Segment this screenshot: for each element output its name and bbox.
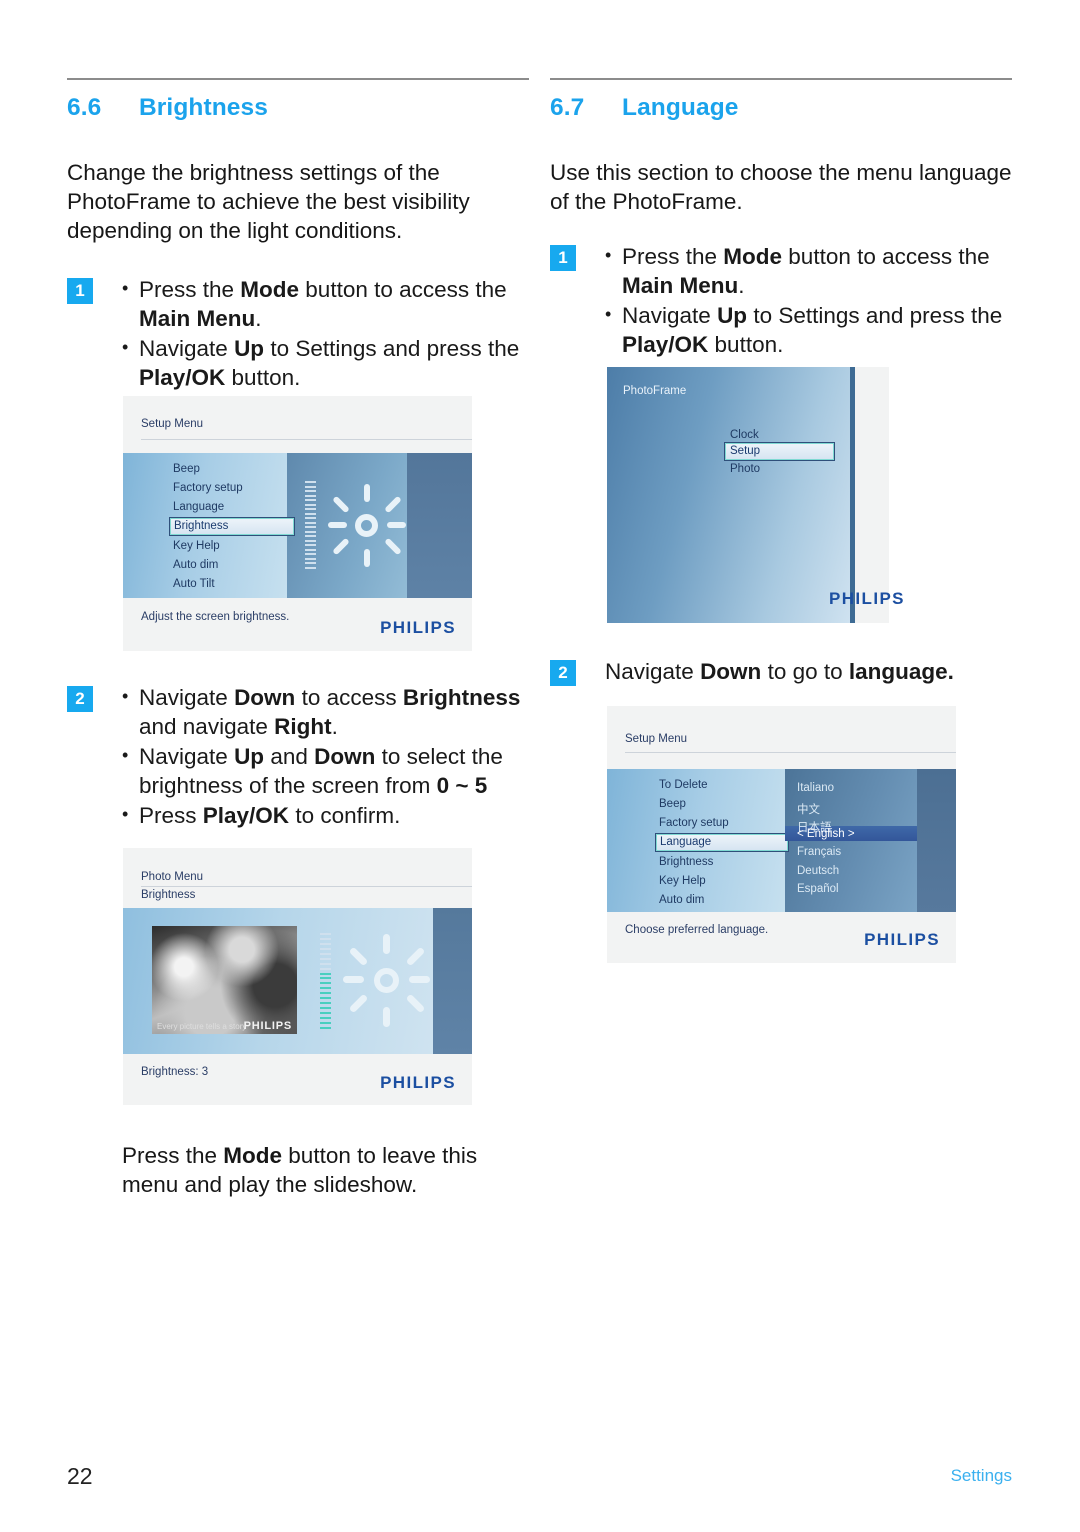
menu-item-clock[interactable]: Clock bbox=[730, 429, 759, 441]
screenshot-caption: Choose preferred language. bbox=[625, 924, 769, 936]
left-column-closing: Press the Mode button to leave this menu… bbox=[67, 1141, 529, 1199]
bullet: Navigate Up and Down to select the brigh… bbox=[122, 741, 529, 800]
menu-item-setup-selected[interactable]: Setup bbox=[724, 442, 835, 461]
divider bbox=[141, 439, 472, 440]
photo-thumbnail: Every picture tells a story PHILIPS bbox=[152, 926, 297, 1034]
photo-slogan: Every picture tells a story bbox=[157, 1022, 247, 1031]
bullet: Press the Mode button to access the Main… bbox=[122, 274, 529, 333]
screenshot-title: Setup Menu bbox=[625, 733, 688, 745]
screenshot-setup-menu-brightness: Setup Menu Beep Factory setup Language B… bbox=[123, 396, 472, 651]
step-badge: 1 bbox=[550, 245, 576, 271]
philips-logo: PHILIPS bbox=[380, 618, 456, 637]
photo-philips-logo: PHILIPS bbox=[243, 1020, 292, 1032]
language-step-1: 1 Press the Mode button to access the Ma… bbox=[550, 241, 1012, 359]
philips-logo: PHILIPS bbox=[829, 589, 905, 608]
language-option-chinese[interactable]: 中文 bbox=[797, 801, 820, 817]
language-option-espanol[interactable]: Español bbox=[797, 883, 839, 895]
closing-paragraph: Press the Mode button to leave this menu… bbox=[122, 1143, 478, 1197]
brightness-ladder[interactable] bbox=[305, 481, 316, 569]
bullet: Navigate Up to Settings and press the Pl… bbox=[605, 300, 1012, 359]
screenshot-subtitle: Brightness bbox=[141, 889, 196, 901]
language-option-italiano[interactable]: Italiano bbox=[797, 782, 834, 794]
menu-item-photo[interactable]: Photo bbox=[730, 463, 760, 475]
brightness-sun-icon bbox=[338, 930, 434, 1030]
philips-logo: PHILIPS bbox=[380, 1073, 456, 1092]
screenshot-title: PhotoFrame bbox=[623, 385, 687, 397]
manual-page: 6.6 Brightness Change the brightness set… bbox=[0, 0, 1080, 1532]
bullet: Press the Mode button to access the Main… bbox=[605, 241, 1012, 300]
divider bbox=[625, 752, 956, 753]
menu-item-auto-tilt[interactable]: Auto Tilt bbox=[173, 578, 215, 590]
screenshot-caption: Brightness: 3 bbox=[141, 1066, 209, 1078]
screenshot-setup-menu-language: Setup Menu To Delete Beep Factory setup … bbox=[607, 706, 956, 963]
left-column: 6.6 Brightness Change the brightness set… bbox=[67, 78, 529, 392]
photo-panel: Every picture tells a story PHILIPS bbox=[123, 908, 472, 1054]
bullet: Press Play/OK to confirm. bbox=[122, 800, 529, 830]
language-step-2: 2 Navigate Down to go to language. bbox=[550, 657, 1012, 686]
right-column: 6.7 Language Use this section to choose … bbox=[550, 78, 1012, 359]
brightness-step-2: 2 Navigate Down to access Brightness and… bbox=[67, 682, 529, 830]
menu-item-beep[interactable]: Beep bbox=[659, 798, 686, 810]
brightness-step-1: 1 Press the Mode button to access the Ma… bbox=[67, 274, 529, 392]
step-1-bullets: Press the Mode button to access the Main… bbox=[122, 274, 529, 392]
menu-item-language[interactable]: Language bbox=[173, 501, 224, 513]
section-number: 6.7 bbox=[550, 94, 585, 121]
screenshot-caption: Adjust the screen brightness. bbox=[141, 611, 290, 623]
step-2-text: Navigate Down to go to language. bbox=[605, 659, 954, 684]
menu-item-brightness[interactable]: Brightness bbox=[659, 856, 713, 868]
menu-item-brightness-selected[interactable]: Brightness bbox=[169, 517, 295, 536]
menu-item-auto-dim[interactable]: Auto dim bbox=[173, 559, 218, 571]
section-title: Brightness bbox=[139, 94, 268, 121]
menu-item-language-selected[interactable]: Language bbox=[655, 833, 789, 852]
bullet: Navigate Down to access Brightness and n… bbox=[122, 682, 529, 741]
divider bbox=[141, 886, 472, 887]
bullet: Navigate Up to Settings and press the Pl… bbox=[122, 333, 529, 392]
page-number: 22 bbox=[67, 1463, 93, 1489]
menu-item-beep[interactable]: Beep bbox=[173, 463, 200, 475]
section-rule-left bbox=[67, 78, 529, 80]
section-title: Language bbox=[622, 94, 739, 121]
menu-item-factory-setup[interactable]: Factory setup bbox=[659, 817, 729, 829]
screenshot-title: Photo Menu bbox=[141, 871, 204, 883]
menu-item-auto-dim[interactable]: Auto dim bbox=[659, 894, 704, 906]
language-intro-paragraph: Use this section to choose the menu lang… bbox=[550, 160, 1012, 214]
footer-section-label: Settings bbox=[950, 1466, 1012, 1485]
section-heading-brightness: 6.6 Brightness bbox=[67, 94, 529, 128]
philips-logo: PHILIPS bbox=[864, 930, 940, 949]
right-column-step2: 2 Navigate Down to go to language. bbox=[550, 657, 1012, 686]
language-option-english-selected[interactable]: < English > bbox=[797, 828, 855, 840]
language-option-francais[interactable]: Français bbox=[797, 846, 841, 858]
section-heading-language: 6.7 Language bbox=[550, 94, 1012, 128]
step-1-bullets: Press the Mode button to access the Main… bbox=[605, 241, 1012, 359]
menu-item-to-delete[interactable]: To Delete bbox=[659, 779, 708, 791]
menu-item-key-help[interactable]: Key Help bbox=[173, 540, 220, 552]
section-rule-right bbox=[550, 78, 1012, 80]
brightness-intro-paragraph: Change the brightness settings of the Ph… bbox=[67, 160, 470, 243]
step-badge: 2 bbox=[550, 660, 576, 686]
screenshot-title: Setup Menu bbox=[141, 418, 204, 430]
step-badge: 2 bbox=[67, 686, 93, 712]
section-number: 6.6 bbox=[67, 94, 102, 121]
step-badge: 1 bbox=[67, 278, 93, 304]
menu-item-factory-setup[interactable]: Factory setup bbox=[173, 482, 243, 494]
menu-panel: To Delete Beep Factory setup Language Br… bbox=[607, 769, 956, 912]
language-option-deutsch[interactable]: Deutsch bbox=[797, 865, 839, 877]
screenshot-main-menu: PhotoFrame Clock Setup Photo PHILIPS bbox=[607, 367, 904, 623]
step-2-bullets: Navigate Down to access Brightness and n… bbox=[122, 682, 529, 830]
menu-panel: Beep Factory setup Language Brightness K… bbox=[123, 453, 472, 598]
brightness-ladder[interactable] bbox=[320, 933, 331, 1029]
brightness-sun-icon bbox=[323, 481, 409, 569]
left-column-step2: 2 Navigate Down to access Brightness and… bbox=[67, 682, 529, 830]
screenshot-photo-menu-brightness: Photo Menu Brightness Every picture tell… bbox=[123, 848, 472, 1105]
menu-item-key-help[interactable]: Key Help bbox=[659, 875, 706, 887]
